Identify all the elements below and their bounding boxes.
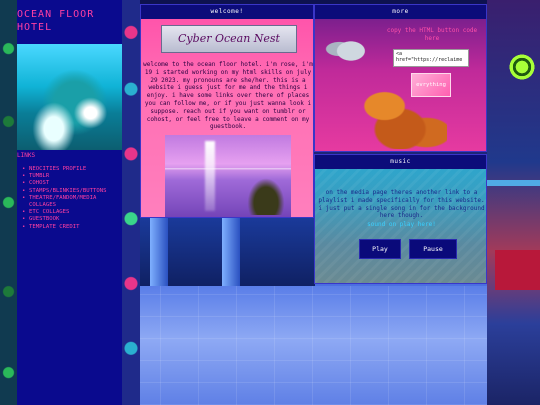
- links-list: • NEOCITIES PROFILE • TUMBLR • COHOST • STAM…: [22, 166, 122, 231]
- ocean-wave-image: [17, 44, 122, 150]
- red-store-sign: [495, 250, 540, 290]
- list-item: • NEOCITIES PROFILE: [22, 166, 87, 173]
- music-description: on the media page theres another link to…: [318, 189, 485, 220]
- play-button[interactable]: Play: [359, 239, 401, 259]
- pillar: [222, 218, 240, 290]
- welcome-heading: welcome!: [141, 5, 313, 19]
- more-panel: more copy the HTML button code here <a h…: [314, 4, 487, 152]
- list-item: • TEMPLATE CREDIT: [22, 223, 80, 231]
- light-beam: [205, 141, 215, 211]
- plant-silhouette: [245, 175, 287, 215]
- seaweed-border: [0, 0, 17, 405]
- welcome-panel: welcome! Cyber Ocean Nest welcome to the…: [140, 4, 314, 218]
- list-item: • STAMPS/BLINKIES/BUTTONS: [22, 187, 107, 195]
- link-template-credit[interactable]: TEMPLATE CREDIT: [29, 224, 80, 231]
- list-item: • THEATRE/FANDOM/MEDIA COLLAGES: [22, 195, 122, 209]
- pause-button[interactable]: Pause: [409, 239, 457, 259]
- cyber-ocean-nest-logo: Cyber Ocean Nest: [161, 25, 297, 53]
- sticker-strip: [122, 0, 140, 405]
- list-item: • TUMBLR: [22, 173, 50, 180]
- link-media-collages[interactable]: THEATRE/FANDOM/MEDIA COLLAGES: [29, 195, 122, 209]
- music-panel: music on the media page theres another l…: [314, 154, 487, 284]
- play-song-link[interactable]: sound on play here!: [315, 221, 488, 228]
- list-item: • COHOST: [22, 180, 50, 187]
- links-heading: LINKS: [17, 152, 36, 159]
- list-item: • ETC COLLAGES: [22, 209, 70, 216]
- copy-code-instructions: copy the HTML button code here: [386, 27, 478, 42]
- tiled-floor: [122, 286, 540, 405]
- shark-image: [319, 29, 377, 69]
- link-guestbook[interactable]: GUESTBOOK: [29, 216, 59, 223]
- link-stamps[interactable]: STAMPS/BLINKIES/BUTTONS: [29, 188, 106, 195]
- neon-stripe: [487, 180, 540, 186]
- more-heading: more: [315, 5, 486, 19]
- octopus-image: [343, 83, 447, 149]
- pillar: [150, 218, 168, 290]
- link-etc-collages[interactable]: ETC COLLAGES: [29, 209, 69, 216]
- link-cohost[interactable]: COHOST: [29, 180, 49, 187]
- green-coral-decoration: [506, 54, 538, 80]
- link-tumblr[interactable]: TUMBLR: [29, 173, 49, 180]
- welcome-body: welcome to the ocean floor hotel. i'm ro…: [143, 61, 313, 131]
- button-code-field[interactable]: <a href="https://reclaime: [393, 49, 469, 67]
- list-item: • GUESTBOOK: [22, 216, 60, 223]
- music-heading: music: [315, 155, 486, 169]
- link-neocities-profile[interactable]: NEOCITIES PROFILE: [29, 166, 86, 173]
- site-title: OCEAN FLOOR HOTEL: [17, 9, 95, 33]
